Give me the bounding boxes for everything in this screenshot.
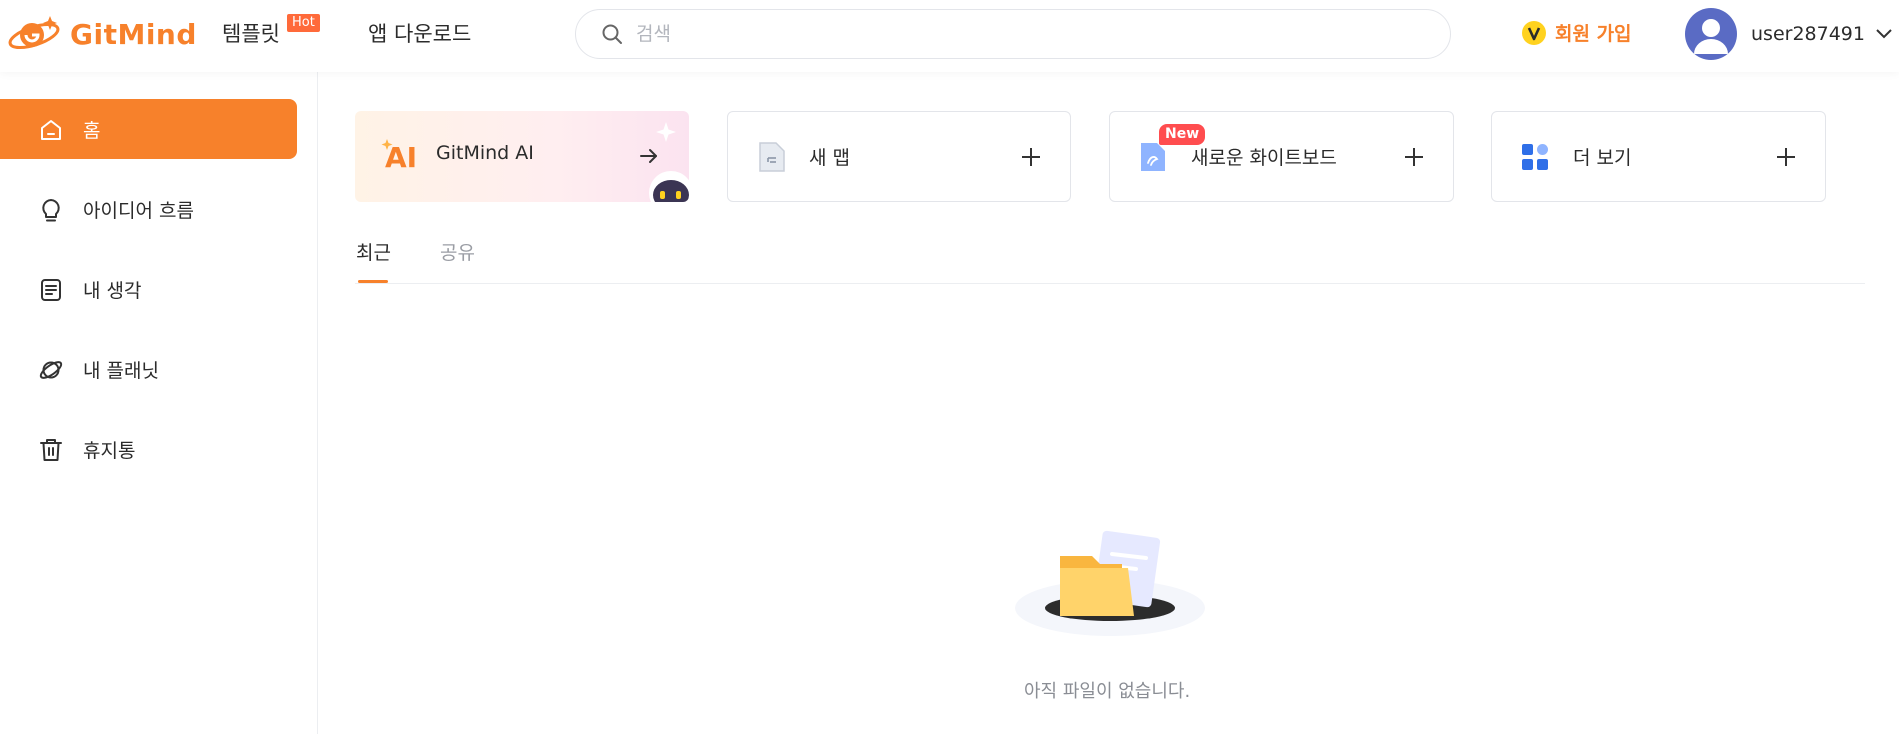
more-label: 더 보기 bbox=[1573, 147, 1632, 169]
sidebar-item-label: 휴지통 bbox=[83, 439, 136, 462]
trash-icon bbox=[40, 439, 62, 461]
gitmind-logo-icon bbox=[8, 16, 60, 50]
signup-label: 회원 가입 bbox=[1555, 23, 1632, 45]
avatar[interactable] bbox=[1685, 8, 1737, 60]
sidebar: 홈 아이디어 흐름 내 생각 내 플래닛 휴지통 bbox=[0, 72, 318, 734]
new-map-card[interactable]: 새 맵 bbox=[727, 111, 1071, 202]
gitmind-logo[interactable]: GitMind bbox=[6, 12, 197, 56]
signup-button[interactable]: 회원 가입 bbox=[1521, 19, 1632, 46]
planet-icon bbox=[39, 361, 63, 379]
sidebar-item-label: 내 생각 bbox=[83, 279, 142, 302]
arrow-right-icon bbox=[640, 149, 657, 163]
tab-shared[interactable]: 공유 bbox=[440, 238, 475, 265]
apps-grid-icon bbox=[1522, 144, 1548, 170]
map-file-icon bbox=[759, 142, 785, 172]
new-map-label: 새 맵 bbox=[809, 147, 850, 169]
vip-badge-icon bbox=[1522, 20, 1546, 45]
new-whiteboard-card[interactable]: 새로운 화이트보드 bbox=[1109, 111, 1454, 202]
sidebar-item-label: 아이디어 흐름 bbox=[83, 199, 194, 222]
ai-logo-icon: AI bbox=[381, 139, 417, 174]
nav-templates[interactable]: 템플릿 bbox=[222, 18, 280, 48]
plus-icon bbox=[1777, 148, 1795, 166]
whiteboard-file-icon bbox=[1141, 143, 1165, 171]
gitmind-ai-card[interactable]: AI GitMind AI bbox=[355, 111, 689, 202]
empty-state-message: 아직 파일이 없습니다. bbox=[1024, 681, 1191, 702]
search-input[interactable] bbox=[636, 23, 1416, 45]
sidebar-item-home[interactable]: 홈 bbox=[0, 99, 297, 159]
sidebar-item-idea-flow[interactable]: 아이디어 흐름 bbox=[0, 179, 297, 239]
svg-text:AI: AI bbox=[385, 141, 417, 174]
sidebar-item-trash[interactable]: 휴지통 bbox=[0, 419, 297, 479]
more-card[interactable]: 더 보기 bbox=[1491, 111, 1826, 202]
new-whiteboard-label: 새로운 화이트보드 bbox=[1191, 147, 1337, 169]
top-header: GitMind 템플릿 Hot 앱 다운로드 회원 가입 user287491 bbox=[0, 0, 1899, 72]
tab-divider bbox=[355, 283, 1865, 284]
lightbulb-icon bbox=[42, 199, 60, 222]
sidebar-item-label: 내 플래닛 bbox=[83, 359, 159, 382]
search-icon bbox=[600, 22, 624, 46]
nav-app-download[interactable]: 앱 다운로드 bbox=[368, 18, 471, 48]
sidebar-item-label: 홈 bbox=[83, 119, 101, 142]
sparkle-icon bbox=[656, 122, 676, 142]
plus-icon bbox=[1405, 148, 1423, 166]
plus-icon bbox=[1022, 148, 1040, 166]
sidebar-item-my-planet[interactable]: 내 플래닛 bbox=[0, 339, 297, 399]
home-icon bbox=[41, 120, 61, 140]
username: user287491 bbox=[1751, 23, 1865, 45]
logo-text: GitMind bbox=[70, 17, 197, 51]
chevron-down-icon[interactable] bbox=[1875, 28, 1893, 40]
user-menu[interactable]: user287491 bbox=[1685, 8, 1893, 60]
hot-badge: Hot bbox=[287, 14, 320, 32]
ai-card-label: GitMind AI bbox=[436, 142, 534, 164]
search-bar[interactable] bbox=[575, 9, 1451, 59]
notes-icon bbox=[41, 279, 61, 301]
robot-mascot-icon bbox=[649, 171, 689, 202]
tab-recent[interactable]: 최근 bbox=[356, 238, 391, 265]
sidebar-item-my-thoughts[interactable]: 내 생각 bbox=[0, 259, 297, 319]
new-badge: New bbox=[1159, 124, 1206, 145]
empty-folder-illustration bbox=[1015, 530, 1205, 636]
